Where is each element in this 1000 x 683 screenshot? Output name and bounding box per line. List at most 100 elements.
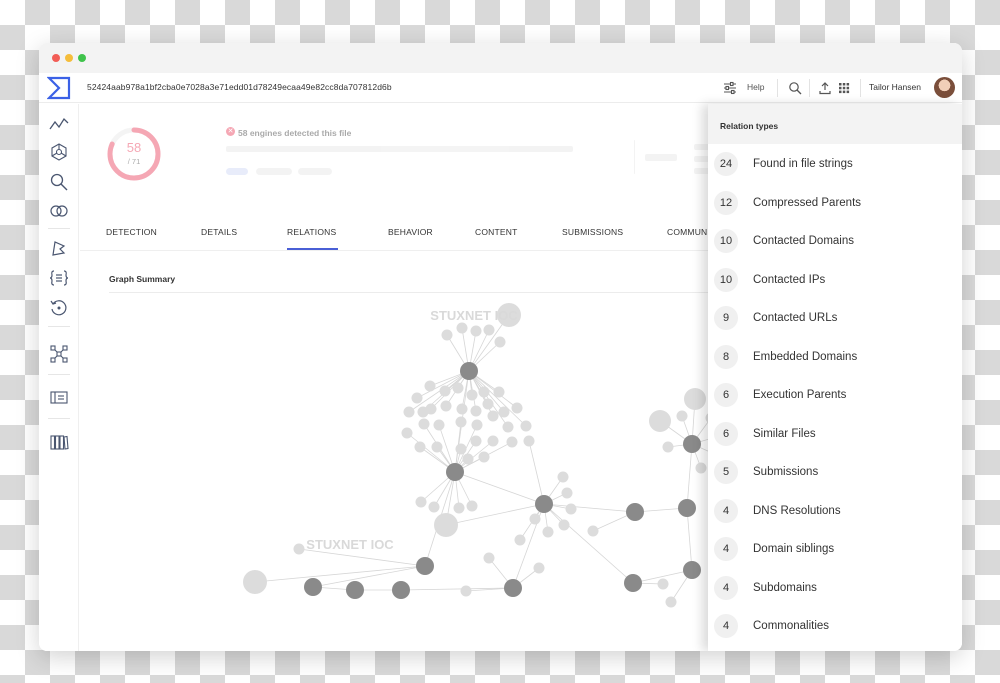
graph-node[interactable]	[466, 500, 478, 512]
relation-row[interactable]: 10 Contacted IPs	[708, 260, 962, 298]
graph-node[interactable]	[470, 435, 482, 447]
graph-node[interactable]	[431, 441, 443, 453]
graph-node[interactable]	[511, 402, 523, 414]
graph-node[interactable]	[558, 519, 570, 531]
graph-node[interactable]	[678, 499, 696, 517]
graph-node[interactable]	[523, 435, 535, 447]
graph-trend-icon[interactable]	[49, 114, 69, 134]
graph-node[interactable]	[483, 324, 495, 336]
close-window-button[interactable]	[52, 54, 60, 62]
relation-row[interactable]: 4 Domain siblings	[708, 529, 962, 567]
graph-node[interactable]	[676, 410, 688, 422]
relation-row[interactable]: 9 Contacted URLs	[708, 298, 962, 336]
graph-node[interactable]	[415, 496, 427, 508]
hunting-icon[interactable]	[49, 238, 69, 258]
code-braces-icon[interactable]	[49, 268, 69, 288]
graph-node[interactable]	[493, 386, 505, 398]
relation-row[interactable]: 4 Subdomains	[708, 568, 962, 606]
graph-node[interactable]	[401, 427, 413, 439]
graph-node[interactable]	[683, 561, 701, 579]
graph-node[interactable]	[293, 543, 305, 555]
graph-node[interactable]	[455, 443, 467, 455]
tab-relations[interactable]: RELATIONS	[287, 227, 336, 237]
graph-node[interactable]	[657, 578, 669, 590]
graph-node[interactable]	[428, 501, 440, 513]
graph-node[interactable]	[460, 585, 472, 597]
upload-icon[interactable]	[818, 81, 832, 95]
graph-node[interactable]	[392, 581, 410, 599]
relation-row[interactable]: 4 Commonalities	[708, 606, 962, 644]
graph-node[interactable]	[587, 525, 599, 537]
user-name[interactable]: Tailor Hansen	[869, 82, 921, 92]
graph-node[interactable]	[439, 385, 451, 397]
library-icon[interactable]	[49, 432, 69, 452]
graph-node[interactable]	[497, 303, 521, 327]
graph-node[interactable]	[624, 574, 642, 592]
graph-node[interactable]	[456, 403, 468, 415]
relation-row[interactable]: 4 DNS Resolutions	[708, 491, 962, 529]
graph-node[interactable]	[471, 419, 483, 431]
graph-node[interactable]	[565, 503, 577, 515]
graph-node[interactable]	[665, 596, 677, 608]
network-hub-icon[interactable]	[49, 142, 69, 162]
graph-node[interactable]	[243, 570, 267, 594]
graph-node[interactable]	[649, 410, 671, 432]
search-icon[interactable]	[788, 81, 802, 95]
graph-node[interactable]	[452, 382, 464, 394]
graph-node[interactable]	[487, 435, 499, 447]
help-link[interactable]: Help	[747, 82, 764, 92]
graph-node[interactable]	[557, 471, 569, 483]
graph-node[interactable]	[403, 406, 415, 418]
graph-node[interactable]	[483, 552, 495, 564]
graph-node[interactable]	[470, 325, 482, 337]
graph-node[interactable]	[456, 322, 468, 334]
graph-node[interactable]	[683, 435, 701, 453]
relation-row[interactable]: 8 Embedded Domains	[708, 337, 962, 375]
tab-behavior[interactable]: BEHAVIOR	[388, 227, 433, 237]
graph-node[interactable]	[346, 581, 364, 599]
graph-node[interactable]	[626, 503, 644, 521]
graph-node[interactable]	[411, 392, 423, 404]
graph-node[interactable]	[424, 380, 436, 392]
relation-row[interactable]: 6 Similar Files	[708, 414, 962, 452]
monitor-icon[interactable]	[49, 388, 69, 408]
graph-node[interactable]	[502, 421, 514, 433]
graph-node[interactable]	[434, 513, 458, 537]
grid-icon[interactable]	[837, 81, 851, 95]
graph-node[interactable]	[478, 386, 490, 398]
graph-node[interactable]	[535, 495, 553, 513]
virustotal-logo-icon[interactable]	[47, 76, 71, 100]
graph-node[interactable]	[520, 420, 532, 432]
graph-node[interactable]	[304, 578, 322, 596]
graph-node[interactable]	[542, 526, 554, 538]
graph-node[interactable]	[487, 410, 499, 422]
tab-details[interactable]: DETAILS	[201, 227, 237, 237]
graph-node[interactable]	[498, 406, 510, 418]
graph-node[interactable]	[460, 362, 478, 380]
graph-node[interactable]	[414, 441, 426, 453]
graph-node[interactable]	[462, 453, 474, 465]
relation-row[interactable]: 10 Contacted Domains	[708, 221, 962, 259]
relation-row[interactable]: 12 Compressed Parents	[708, 183, 962, 221]
graph-node[interactable]	[478, 451, 490, 463]
graph-node[interactable]	[662, 441, 674, 453]
tab-community[interactable]: COMMUN	[667, 227, 707, 237]
graph-node[interactable]	[446, 463, 464, 481]
retrohunt-icon[interactable]	[49, 298, 69, 318]
intersect-icon[interactable]	[49, 201, 69, 221]
graph-node[interactable]	[506, 436, 518, 448]
graph-node[interactable]	[433, 419, 445, 431]
relation-row[interactable]: 5 Submissions	[708, 452, 962, 490]
graph-node[interactable]	[466, 389, 478, 401]
graph-node[interactable]	[514, 534, 526, 546]
graph-node[interactable]	[684, 388, 706, 410]
maximize-window-button[interactable]	[78, 54, 86, 62]
graph-node[interactable]	[416, 557, 434, 575]
filter-icon[interactable]	[723, 81, 737, 95]
graph-node[interactable]	[425, 403, 437, 415]
graph-node[interactable]	[482, 398, 494, 410]
relation-row[interactable]: 6 Execution Parents	[708, 375, 962, 413]
tab-detection[interactable]: DETECTION	[106, 227, 157, 237]
tab-submissions[interactable]: SUBMISSIONS	[562, 227, 623, 237]
graph-node[interactable]	[470, 405, 482, 417]
